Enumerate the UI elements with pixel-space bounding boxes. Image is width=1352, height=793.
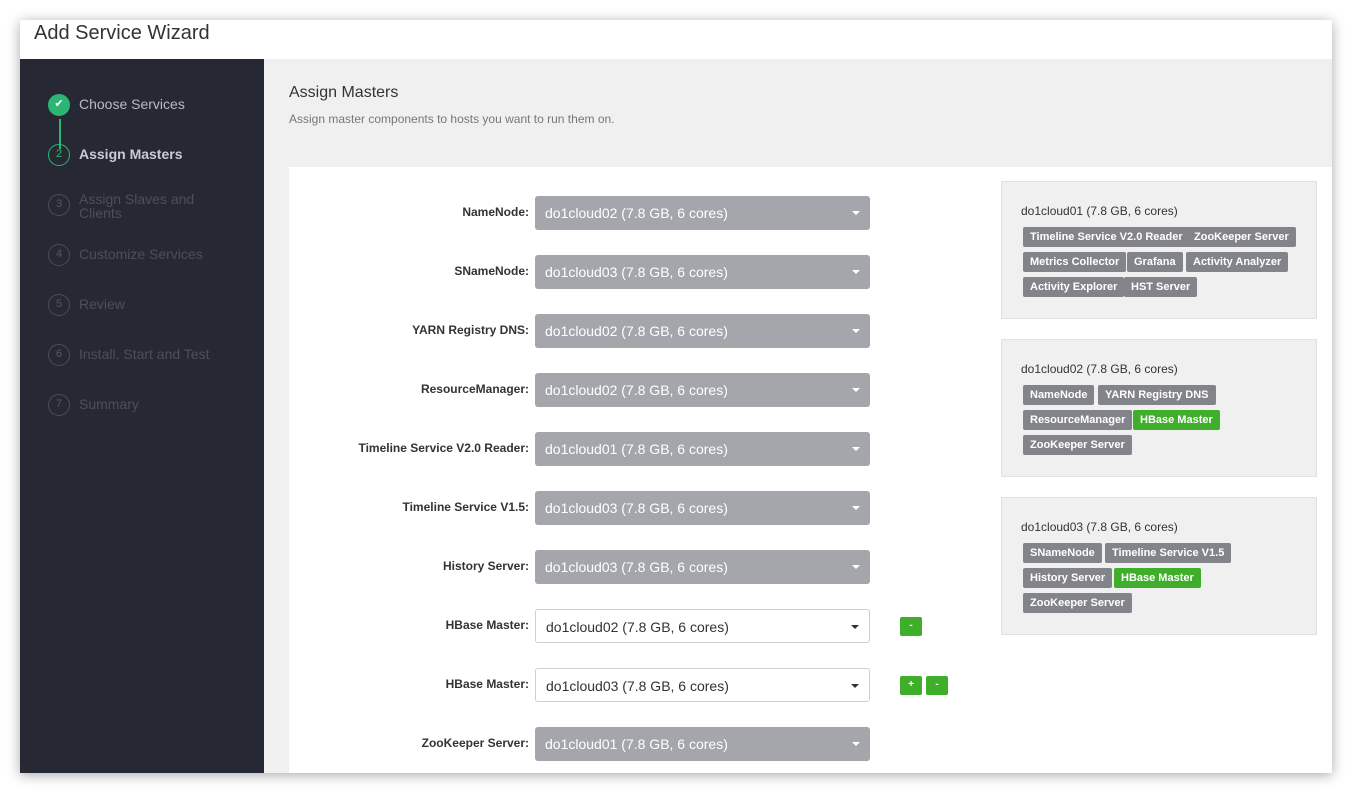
chevron-down-icon — [852, 270, 860, 274]
component-tag: YARN Registry DNS — [1098, 385, 1216, 405]
chevron-down-icon — [852, 329, 860, 333]
component-tag: ZooKeeper Server — [1187, 227, 1296, 247]
chevron-down-icon — [851, 625, 859, 629]
select-value: do1cloud01 (7.8 GB, 6 cores) — [545, 736, 728, 752]
wizard-steps-sidebar: ✔ Choose Services 2 Assign Masters 3 Ass… — [20, 59, 264, 773]
component-tag: Timeline Service V1.5 — [1105, 543, 1232, 563]
host-summary-do1cloud03: do1cloud03 (7.8 GB, 6 cores) SNameNode T… — [1001, 497, 1317, 635]
component-label-zookeeper-server: ZooKeeper Server: — [421, 736, 529, 750]
chevron-down-icon — [852, 211, 860, 215]
select-value: do1cloud02 (7.8 GB, 6 cores) — [545, 205, 728, 221]
step-label: Assign Slaves and Clients — [79, 191, 195, 221]
component-tag: SNameNode — [1023, 543, 1102, 563]
modal-title: Add Service Wizard — [34, 22, 210, 44]
checkmark-icon: ✔ — [48, 94, 70, 116]
wizard-content: Assign Masters Assign master components … — [264, 59, 1332, 773]
step-customize-services: 4 Customize Services — [48, 244, 258, 270]
add-hbase-master-button[interactable]: + — [900, 676, 922, 695]
modal-header: Add Service Wizard — [20, 20, 1332, 59]
step-label: Install, Start and Test — [79, 346, 210, 362]
assign-masters-panel: NameNode: do1cloud02 (7.8 GB, 6 cores) S… — [289, 167, 1332, 773]
step-number: 6 — [48, 344, 70, 366]
component-tag-new: HBase Master — [1133, 410, 1220, 430]
component-tag: ZooKeeper Server — [1023, 593, 1132, 613]
host-select-hbase-master-1[interactable]: do1cloud02 (7.8 GB, 6 cores) — [535, 609, 870, 643]
host-select-zookeeper-server[interactable]: do1cloud01 (7.8 GB, 6 cores) — [535, 727, 870, 761]
step-install-start-test: 6 Install, Start and Test — [48, 344, 258, 370]
component-tag: ZooKeeper Server — [1023, 435, 1132, 455]
select-value: do1cloud03 (7.8 GB, 6 cores) — [546, 678, 729, 694]
step-label: Assign Masters — [79, 146, 183, 162]
host-summary-do1cloud02: do1cloud02 (7.8 GB, 6 cores) NameNode YA… — [1001, 339, 1317, 477]
component-label-hbase-master: HBase Master: — [445, 677, 529, 691]
host-name: do1cloud02 (7.8 GB, 6 cores) — [1021, 362, 1178, 376]
step-number: 2 — [48, 144, 70, 166]
step-label: Choose Services — [79, 96, 185, 112]
step-summary: 7 Summary — [48, 394, 258, 420]
chevron-down-icon — [852, 742, 860, 746]
step-number: 3 — [48, 194, 70, 216]
select-value: do1cloud03 (7.8 GB, 6 cores) — [545, 559, 728, 575]
host-select-hbase-master-2[interactable]: do1cloud03 (7.8 GB, 6 cores) — [535, 668, 870, 702]
select-value: do1cloud02 (7.8 GB, 6 cores) — [545, 323, 728, 339]
select-value: do1cloud03 (7.8 GB, 6 cores) — [545, 264, 728, 280]
step-assign-slaves: 3 Assign Slaves and Clients — [48, 191, 258, 230]
select-value: do1cloud02 (7.8 GB, 6 cores) — [546, 619, 729, 635]
component-label-history-server: History Server: — [442, 559, 529, 573]
step-label: Customize Services — [79, 246, 203, 262]
remove-hbase-master-button[interactable]: - — [900, 617, 922, 636]
host-select-yarn-registry-dns[interactable]: do1cloud02 (7.8 GB, 6 cores) — [535, 314, 870, 348]
select-value: do1cloud02 (7.8 GB, 6 cores) — [545, 382, 728, 398]
host-summary-do1cloud01: do1cloud01 (7.8 GB, 6 cores) Timeline Se… — [1001, 181, 1317, 319]
component-tag: ResourceManager — [1023, 410, 1133, 430]
step-label: Review — [79, 296, 125, 312]
step-label: Summary — [79, 396, 139, 412]
select-value: do1cloud03 (7.8 GB, 6 cores) — [545, 500, 728, 516]
component-label-resourcemanager: ResourceManager: — [420, 382, 529, 396]
component-label-timeline-v2-reader: Timeline Service V2.0 Reader: — [358, 441, 529, 455]
step-assign-masters[interactable]: 2 Assign Masters — [48, 144, 258, 170]
component-tag: HST Server — [1124, 277, 1198, 297]
host-select-namenode[interactable]: do1cloud02 (7.8 GB, 6 cores) — [535, 196, 870, 230]
host-name: do1cloud01 (7.8 GB, 6 cores) — [1021, 204, 1178, 218]
host-name: do1cloud03 (7.8 GB, 6 cores) — [1021, 520, 1178, 534]
host-select-history-server[interactable]: do1cloud03 (7.8 GB, 6 cores) — [535, 550, 870, 584]
page-description: Assign master components to hosts you wa… — [289, 112, 615, 126]
host-select-resourcemanager[interactable]: do1cloud02 (7.8 GB, 6 cores) — [535, 373, 870, 407]
component-label-snamenode: SNameNode: — [454, 264, 529, 278]
remove-hbase-master-button[interactable]: - — [926, 676, 948, 695]
chevron-down-icon — [851, 684, 859, 688]
component-label-yarn-registry-dns: YARN Registry DNS: — [412, 323, 529, 337]
step-choose-services[interactable]: ✔ Choose Services — [48, 94, 258, 120]
component-tag-new: HBase Master — [1114, 568, 1201, 588]
component-tag: Activity Analyzer — [1186, 252, 1289, 272]
select-value: do1cloud01 (7.8 GB, 6 cores) — [545, 441, 728, 457]
chevron-down-icon — [852, 506, 860, 510]
page-title: Assign Masters — [289, 84, 399, 101]
component-label-hbase-master: HBase Master: — [445, 618, 529, 632]
component-tag: Grafana — [1127, 252, 1183, 272]
component-tag: Metrics Collector — [1023, 252, 1127, 272]
step-number: 5 — [48, 294, 70, 316]
chevron-down-icon — [852, 388, 860, 392]
host-select-timeline-v2-reader[interactable]: do1cloud01 (7.8 GB, 6 cores) — [535, 432, 870, 466]
chevron-down-icon — [852, 447, 860, 451]
component-tag: History Server — [1023, 568, 1113, 588]
step-review: 5 Review — [48, 294, 258, 320]
host-select-snamenode[interactable]: do1cloud03 (7.8 GB, 6 cores) — [535, 255, 870, 289]
step-number: 7 — [48, 394, 70, 416]
add-service-wizard-modal: Add Service Wizard ✔ Choose Services 2 A… — [20, 20, 1332, 773]
component-tag: Timeline Service V2.0 Reader — [1023, 227, 1190, 247]
component-label-namenode: NameNode: — [462, 205, 529, 219]
component-tag: Activity Explorer — [1023, 277, 1125, 297]
component-label-timeline-v1-5: Timeline Service V1.5: — [402, 500, 529, 514]
component-tag: NameNode — [1023, 385, 1095, 405]
host-select-timeline-v1-5[interactable]: do1cloud03 (7.8 GB, 6 cores) — [535, 491, 870, 525]
chevron-down-icon — [852, 565, 860, 569]
step-number: 4 — [48, 244, 70, 266]
